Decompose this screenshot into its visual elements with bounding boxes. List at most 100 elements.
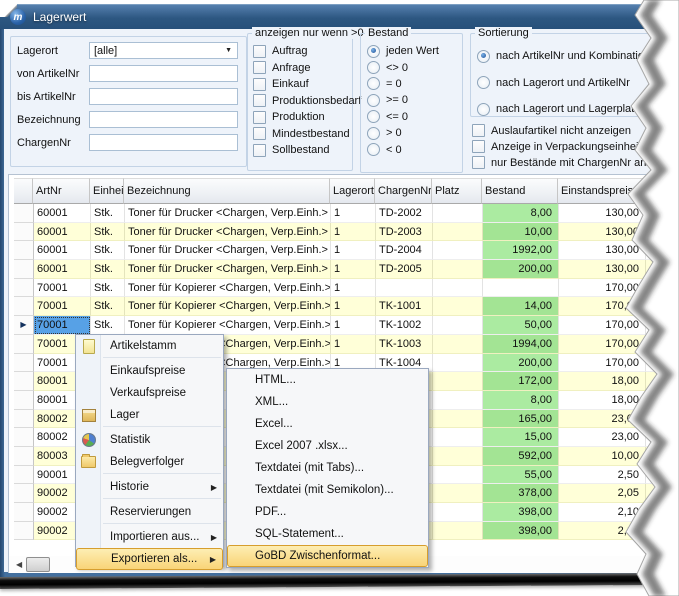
checkbox-auslaufartikel-nicht-anzeigen[interactable] [472, 124, 485, 137]
row-indicator[interactable] [14, 428, 34, 447]
row-indicator[interactable] [14, 391, 34, 410]
cell-platz[interactable] [433, 260, 483, 279]
cell-bezeichnung[interactable]: Toner für Kopierer <Chargen, Verp.Einh.> [125, 297, 331, 316]
table-row[interactable]: 70001Stk.Toner für Kopierer <Chargen, Ve… [14, 297, 679, 316]
menu-item-lager[interactable]: Lager [76, 404, 223, 426]
cell-bezeichnung[interactable]: Toner für Drucker <Chargen, Verp.Einh.> [125, 223, 331, 242]
cell-lagerort[interactable]: 1 [331, 204, 376, 223]
bezeichnung-input[interactable] [89, 111, 238, 128]
table-row[interactable]: 60001Stk.Toner für Drucker <Chargen, Ver… [14, 204, 679, 223]
cell-bestand[interactable]: 8,00 [483, 204, 559, 223]
cell-bestand[interactable]: 55,00 [483, 466, 559, 485]
cell-chargennr[interactable]: TD-2005 [376, 260, 433, 279]
checkbox-einkauf[interactable] [253, 78, 266, 91]
cell-einheit[interactable]: Stk. [91, 279, 125, 298]
cell-bestand[interactable]: 8,00 [483, 391, 559, 410]
cell-bestand[interactable]: 14,00 [483, 297, 559, 316]
row-indicator[interactable] [14, 260, 34, 279]
checkbox-produktion[interactable] [253, 111, 266, 124]
column-header-einheit[interactable]: Einheit [90, 178, 124, 204]
cell-platz[interactable] [433, 447, 483, 466]
radio-0[interactable] [367, 143, 380, 156]
cell-platz[interactable] [433, 354, 483, 373]
window-titlebar[interactable]: m Lagerwert [0, 4, 679, 29]
column-header-artnr[interactable]: ArtNr [33, 178, 90, 204]
cell-artnr[interactable]: 60001 [34, 223, 91, 242]
menu-item-reservierungen[interactable]: Reservierungen [76, 501, 223, 523]
cell-lagerort[interactable]: 1 [331, 279, 376, 298]
cell-platz[interactable] [433, 484, 483, 503]
row-indicator[interactable] [14, 354, 34, 373]
row-indicator[interactable] [14, 279, 34, 298]
checkbox-mindestbestand[interactable] [253, 127, 266, 140]
cell-artnr[interactable]: 60001 [34, 260, 91, 279]
cell-lagerort[interactable]: 1 [331, 316, 376, 335]
cell-bestand[interactable]: 378,00 [483, 484, 559, 503]
cell-platz[interactable] [433, 204, 483, 223]
cell-einheit[interactable]: Stk. [91, 223, 125, 242]
row-indicator[interactable] [14, 484, 34, 503]
submenu-item-gobd-zwischenformat[interactable]: GoBD Zwischenformat... [227, 545, 428, 567]
cell-bestand[interactable] [483, 279, 559, 298]
radio-0[interactable] [367, 77, 380, 90]
column-header-lagerort[interactable]: Lagerort [330, 178, 375, 204]
scrollbar-thumb[interactable] [26, 557, 50, 572]
bis-artikelnr-input[interactable] [89, 88, 238, 105]
submenu-item-pdf[interactable]: PDF... [227, 501, 428, 523]
submenu-item-textdatei-mit-semikolon[interactable]: Textdatei (mit Semikolon)... [227, 479, 428, 501]
cell-lagerort[interactable]: 1 [331, 297, 376, 316]
cell-platz[interactable] [433, 279, 483, 298]
radio-0[interactable] [367, 127, 380, 140]
chargennr-input[interactable] [89, 134, 238, 151]
cell-lagerort[interactable]: 1 [331, 260, 376, 279]
cell-bestand[interactable]: 172,00 [483, 372, 559, 391]
cell-platz[interactable] [433, 466, 483, 485]
cell-platz[interactable] [433, 223, 483, 242]
cell-bezeichnung[interactable]: Toner für Drucker <Chargen, Verp.Einh.> [125, 260, 331, 279]
cell-bestand[interactable]: 165,00 [483, 410, 559, 429]
cell-chargennr[interactable] [376, 279, 433, 298]
menu-item-artikelstamm[interactable]: Artikelstamm [76, 335, 223, 357]
cell-bestand[interactable]: 1994,00 [483, 335, 559, 354]
table-row[interactable]: 70001Stk.Toner für Kopierer <Chargen, Ve… [14, 279, 679, 298]
cell-bestand[interactable]: 592,00 [483, 447, 559, 466]
cell-einheit[interactable]: Stk. [91, 316, 125, 335]
column-header-platz[interactable]: Platz [432, 178, 482, 204]
radio-nach-lagerort-und-lagerplatz[interactable] [477, 103, 490, 116]
cell-bezeichnung[interactable]: Toner für Kopierer <Chargen, Verp.Einh.> [125, 316, 331, 335]
cell-artnr[interactable]: 70001 [34, 279, 91, 298]
von-artikelnr-input[interactable] [89, 65, 238, 82]
scroll-left-icon[interactable]: ◀ [16, 560, 22, 569]
checkbox-anfrage[interactable] [253, 61, 266, 74]
radio-0[interactable] [367, 61, 380, 74]
cell-platz[interactable] [433, 316, 483, 335]
cell-bestand[interactable]: 10,00 [483, 223, 559, 242]
table-row[interactable]: 60001Stk.Toner für Drucker <Chargen, Ver… [14, 260, 679, 279]
column-header-bezeichnung[interactable]: Bezeichnung [124, 178, 330, 204]
cell-einheit[interactable]: Stk. [91, 297, 125, 316]
cell-lagerort[interactable]: 1 [331, 335, 376, 354]
checkbox-produktionsbedarf[interactable] [253, 94, 266, 107]
row-indicator[interactable] [14, 522, 34, 541]
cell-einheit[interactable]: Stk. [91, 204, 125, 223]
cell-bestand[interactable]: 1992,00 [483, 241, 559, 260]
row-indicator[interactable] [14, 503, 34, 522]
cell-lagerort[interactable]: 1 [331, 223, 376, 242]
cell-bestand[interactable]: 398,00 [483, 522, 559, 541]
radio-nach-lagerort-und-artikelnr[interactable] [477, 76, 490, 89]
checkbox-auftrag[interactable] [253, 45, 266, 58]
cell-artnr[interactable]: 60001 [34, 204, 91, 223]
radio-jeden-wert[interactable] [367, 45, 380, 58]
lagerort-combobox[interactable]: [alle]▼ [89, 42, 238, 59]
menu-item-belegverfolger[interactable]: Belegverfolger [76, 451, 223, 473]
radio-0[interactable] [367, 110, 380, 123]
menu-item-einkaufspreise[interactable]: Einkaufspreise [76, 360, 223, 382]
cell-artnr[interactable]: 60001 [34, 241, 91, 260]
cell-lagerort[interactable]: 1 [331, 241, 376, 260]
column-header-chargennr[interactable]: ChargenNr [375, 178, 432, 204]
checkbox-nur-best-nde-mit-chargennr-anz[interactable] [472, 156, 485, 169]
submenu-item-excel-2007-xlsx[interactable]: Excel 2007 .xlsx... [227, 435, 428, 457]
submenu-item-excel[interactable]: Excel... [227, 413, 428, 435]
cell-artnr[interactable]: 70001 [34, 316, 91, 335]
cell-platz[interactable] [433, 372, 483, 391]
